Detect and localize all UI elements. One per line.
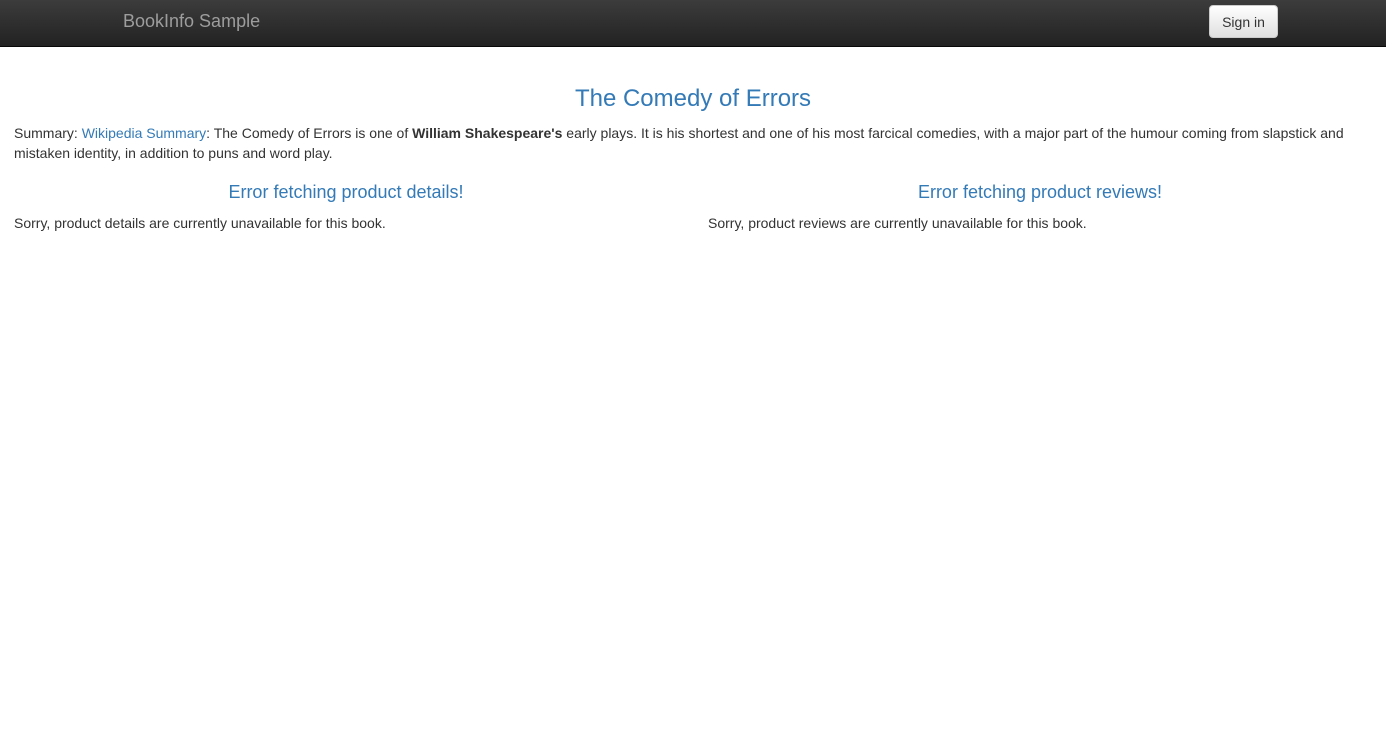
details-error-heading: Error fetching product details!: [228, 182, 464, 202]
product-reviews-panel: Error fetching product reviews! Sorry, p…: [708, 180, 1372, 233]
summary-author-bold: William Shakespeare's: [412, 125, 563, 141]
details-error-message: Sorry, product details are currently una…: [14, 215, 386, 231]
product-details-panel: Error fetching product details! Sorry, p…: [14, 180, 678, 233]
summary-prefix: Summary:: [14, 125, 82, 141]
reviews-error-message: Sorry, product reviews are currently una…: [708, 215, 1087, 231]
wikipedia-summary-link[interactable]: Wikipedia Summary: [82, 125, 206, 141]
top-navbar: BookInfo Sample Sign in: [0, 0, 1386, 47]
page-title: The Comedy of Errors: [574, 85, 812, 112]
navbar-brand-link[interactable]: BookInfo Sample: [123, 10, 260, 32]
sign-in-button[interactable]: Sign in: [1209, 5, 1278, 38]
reviews-error-heading: Error fetching product reviews!: [917, 182, 1163, 202]
product-summary: Summary: Wikipedia Summary: The Comedy o…: [14, 123, 1364, 163]
summary-text-part1: : The Comedy of Errors is one of: [206, 125, 413, 141]
